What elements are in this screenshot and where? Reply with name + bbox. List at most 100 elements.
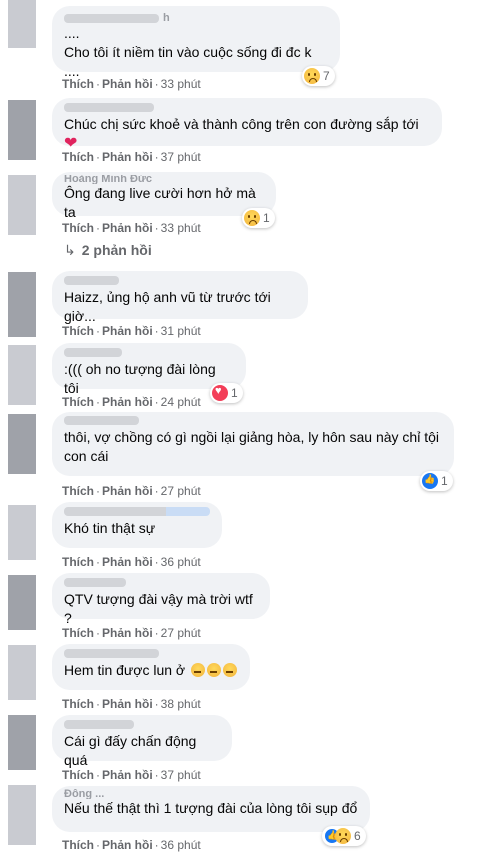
reaction-badge[interactable]: 1 (420, 471, 453, 491)
like-link[interactable]: Thích (62, 324, 94, 338)
avatar (8, 785, 36, 845)
comment-time[interactable]: 27 phút (161, 626, 201, 640)
comment-text: .... Cho tôi ít niềm tin vào cuộc sống đ… (64, 25, 312, 79)
comment-time[interactable]: 24 phút (161, 395, 201, 409)
comment-bubble: Haizz, ủng hộ anh vũ từ trước tới giờ... (52, 271, 308, 324)
commenter-name[interactable] (64, 103, 154, 112)
comment-actions: Thích · Phản hồi · 31 phút (62, 324, 201, 338)
avatar (8, 505, 36, 560)
reply-arrow-icon: ↳ (64, 242, 76, 258)
avatar (8, 575, 36, 630)
avatar (8, 0, 36, 48)
like-link[interactable]: Thích (62, 697, 94, 711)
reply-link[interactable]: Phản hồi (102, 324, 153, 338)
comment-actions: Thích · Phản hồi · 36 phút (62, 555, 201, 569)
reaction-count: 1 (231, 386, 238, 400)
like-link[interactable]: Thích (62, 77, 94, 91)
comment-actions: Thích · Phản hồi · 36 phút (62, 838, 201, 852)
reply-link[interactable]: Phản hồi (102, 484, 153, 498)
comment-text: Chúc chị sức khoẻ và thành công trên con… (64, 116, 419, 152)
avatar (8, 272, 36, 337)
avatar (8, 645, 36, 700)
commenter-name[interactable] (64, 416, 139, 425)
comment-text: Khó tin thật sự (64, 520, 156, 536)
comment-bubble: Khó tin thật sự (52, 502, 222, 548)
reply-link[interactable]: Phản hồi (102, 77, 153, 91)
comment-actions: Thích · Phản hồi · 33 phút (62, 221, 201, 235)
like-reaction-icon (422, 473, 438, 489)
commenter-name[interactable] (64, 276, 119, 285)
reaction-badge[interactable]: 6 (322, 826, 366, 846)
comment-actions: Thích · Phản hồi · 33 phút (62, 77, 201, 91)
like-link[interactable]: Thích (62, 838, 94, 852)
commenter-name[interactable] (64, 720, 134, 729)
comment-time[interactable]: 37 phút (161, 150, 201, 164)
comment-time[interactable]: 38 phút (161, 697, 201, 711)
reply-link[interactable]: Phản hồi (102, 697, 153, 711)
reply-link[interactable]: Phản hồi (102, 150, 153, 164)
like-link[interactable]: Thích (62, 484, 94, 498)
reaction-count: 1 (441, 474, 448, 488)
reaction-badge[interactable]: 7 (302, 66, 335, 86)
sad-emoji-icon (191, 663, 205, 677)
reply-link[interactable]: Phản hồi (102, 221, 153, 235)
reply-link[interactable]: Phản hồi (102, 395, 153, 409)
comment-actions: Thích · Phản hồi · 37 phút (62, 768, 201, 782)
commenter-name[interactable]: Hoàng Minh Đức (64, 175, 264, 184)
commenter-name[interactable] (64, 507, 210, 516)
comment-bubble: :((( oh no tượng đài lòng tôi (52, 343, 246, 396)
reaction-count: 7 (323, 69, 330, 83)
comment-text: :((( oh no tượng đài lòng tôi (64, 361, 220, 396)
comment-text: Haizz, ủng hộ anh vũ từ trước tới giờ... (64, 289, 275, 324)
like-link[interactable]: Thích (62, 768, 94, 782)
view-replies-link[interactable]: ↳ 2 phản hồi (64, 242, 152, 259)
commenter-name[interactable] (64, 348, 122, 357)
reply-link[interactable]: Phản hồi (102, 768, 153, 782)
comment-bubble: thôi, vợ chồng có gì ngồi lại giảng hòa,… (52, 412, 454, 476)
comment-actions: Thích · Phản hồi · 38 phút (62, 697, 201, 711)
comment-bubble: Hoàng Minh Đức Ông đang live cười hơn hở… (52, 172, 276, 220)
sad-reaction-icon (335, 828, 351, 844)
commenter-name[interactable] (64, 578, 126, 587)
avatar (8, 100, 36, 160)
comment-actions: Thích · Phản hồi · 37 phút (62, 150, 201, 164)
reply-link[interactable]: Phản hồi (102, 626, 153, 640)
comment-time[interactable]: 31 phút (161, 324, 201, 338)
comment-time[interactable]: 27 phút (161, 484, 201, 498)
avatar (8, 715, 36, 770)
like-link[interactable]: Thích (62, 395, 94, 409)
reply-link[interactable]: Phản hồi (102, 838, 153, 852)
commenter-name[interactable] (64, 649, 159, 658)
like-link[interactable]: Thích (62, 555, 94, 569)
comment-time[interactable]: 33 phút (161, 221, 201, 235)
comment-text: thôi, vợ chồng có gì ngồi lại giảng hòa,… (64, 429, 439, 464)
comment-bubble: Hem tin được lun ở (52, 644, 250, 690)
commenter-name[interactable]: Đông ... (64, 789, 358, 799)
sad-reaction-icon (304, 68, 320, 84)
comment-text: QTV tượng đài vậy mà trời wtf ? (64, 591, 257, 626)
comment-text: Nếu thế thật thì 1 tượng đài của lòng tô… (64, 800, 358, 816)
comment-bubble: h .... Cho tôi ít niềm tin vào cuộc sống… (52, 6, 340, 79)
comment-time[interactable]: 33 phút (161, 77, 201, 91)
avatar (8, 414, 36, 474)
reaction-badge[interactable]: 1 (242, 208, 275, 228)
commenter-name[interactable]: h (64, 12, 328, 24)
sad-emoji-icon (223, 663, 237, 677)
comment-time[interactable]: 36 phút (161, 838, 201, 852)
comment-bubble: QTV tượng đài vậy mà trời wtf ? (52, 573, 270, 626)
reaction-badge[interactable]: 1 (210, 383, 243, 403)
like-link[interactable]: Thích (62, 221, 94, 235)
like-link[interactable]: Thích (62, 626, 94, 640)
like-link[interactable]: Thích (62, 150, 94, 164)
comment-bubble: Chúc chị sức khoẻ và thành công trên con… (52, 98, 442, 152)
sad-emoji-icon (207, 663, 221, 677)
avatar (8, 175, 36, 235)
comment-text: Hem tin được lun ở (64, 661, 238, 680)
reply-link[interactable]: Phản hồi (102, 555, 153, 569)
comment-actions: Thích · Phản hồi · 24 phút (62, 395, 201, 409)
sad-reaction-icon (244, 210, 260, 226)
comment-time[interactable]: 36 phút (161, 555, 201, 569)
avatar (8, 345, 36, 405)
heart-reaction-icon (212, 385, 228, 401)
comment-time[interactable]: 37 phút (161, 768, 201, 782)
